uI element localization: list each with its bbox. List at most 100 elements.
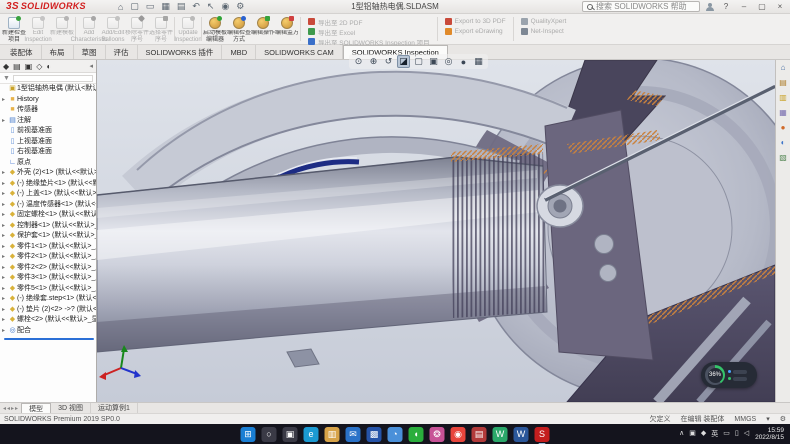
select-balloon[interactable]: 选择零件序号 — [149, 15, 173, 43]
tab-scroll-arrow[interactable]: ◂ — [7, 405, 10, 412]
tree-item[interactable]: 固定螺栓<1> (默认<<默认>_显示 — [2, 210, 96, 221]
configurationmanager-tab[interactable]: ▣ — [25, 62, 33, 71]
tree-item[interactable]: 控制器<1> (默认<<默认>_显示状 — [2, 221, 96, 232]
add-characteristic[interactable]: Add Characteristic — [77, 15, 101, 43]
dimxpertmanager-tab[interactable]: ◇ — [36, 62, 42, 71]
defender-shield-icon[interactable]: ◆ — [701, 429, 706, 439]
word-icon[interactable]: W — [514, 427, 529, 442]
monitor-icon[interactable]: ▯ — [735, 429, 739, 439]
start-button[interactable]: ⊞ — [241, 427, 256, 442]
tree-item[interactable]: 零件2<2> (默认<<默认>_显示状态 — [2, 263, 96, 274]
status-gear-icon[interactable]: ⚙ — [780, 415, 786, 423]
tree-item[interactable]: 螺栓<2> (默认<<默认>_显示状态 — [2, 315, 96, 326]
section-view-icon[interactable]: ◪ — [397, 55, 410, 68]
tree-item[interactable]: 右视基准面 — [2, 147, 96, 158]
tree-item[interactable]: 零件5<1> (默认<<默认>_显示状 — [2, 284, 96, 295]
quality[interactable]: QualityXpert — [521, 17, 567, 26]
edit-appearance-icon[interactable]: ● — [457, 55, 470, 68]
pdf3d[interactable]: Export to 3D PDF — [445, 17, 506, 26]
tree-item[interactable]: 上视基准面 — [2, 137, 96, 148]
new-project[interactable]: 新建检查项目 (amp;N) — [2, 15, 26, 43]
edit-operation[interactable]: 编辑操作 — [251, 15, 275, 43]
open-document-icon[interactable]: ▭ — [146, 1, 155, 12]
recorder-button-bottom[interactable] — [728, 377, 747, 381]
file-explorer-icon[interactable]: ▥ — [779, 93, 787, 102]
appearances-icon[interactable]: ● — [781, 123, 786, 132]
options-icon[interactable]: ⚙ — [236, 1, 244, 12]
keyboard-icon[interactable]: ▭ — [723, 429, 730, 439]
search-button[interactable]: ○ — [262, 427, 277, 442]
view-orientation-icon[interactable]: ▢ — [412, 55, 425, 68]
commandmanager-tab[interactable]: SOLIDWORKS 插件 — [138, 45, 223, 59]
recorder-progress-ring[interactable]: 36% — [705, 365, 725, 385]
login-user-icon[interactable] — [706, 3, 714, 11]
new-document-icon[interactable]: ▢ — [130, 1, 139, 12]
tree-item[interactable]: 保护套<1> (默认<<默认>_显示状 — [2, 231, 96, 242]
select-arrow-icon[interactable]: ↖ — [207, 1, 215, 12]
tree-item[interactable]: 零件3<1> (默认<<默认>_显示状 — [2, 273, 96, 284]
tree-item[interactable]: 配合 — [2, 326, 96, 337]
minimize-button[interactable]: – — [738, 2, 750, 11]
recorder-button-top[interactable] — [728, 370, 747, 374]
tree-item[interactable]: 原点 — [2, 158, 96, 169]
panel-collapse-arrow[interactable]: ◂ — [89, 62, 93, 70]
tree-item[interactable]: 零件1<1> (默认<<默认>_显示状态 — [2, 242, 96, 253]
tree-filter-input[interactable] — [13, 75, 93, 82]
featuremanager-tab[interactable]: ◆ — [3, 62, 9, 71]
displaymanager-tab[interactable]: ◐ — [46, 62, 51, 71]
pdf2d[interactable]: 导出至 2D PDF — [308, 17, 430, 26]
save-icon[interactable]: ▦ — [161, 1, 170, 12]
rollback-bar[interactable] — [4, 338, 94, 340]
mail-icon[interactable]: ✉ — [346, 427, 361, 442]
commandmanager-tab[interactable]: 布局 — [42, 45, 74, 59]
remove-balloon[interactable]: 移除零件序号 — [125, 15, 149, 43]
tree-root-item[interactable]: 1型铝轴热电偶 (默认<默认_显示状态-1 — [2, 84, 96, 95]
home-tab-icon[interactable]: ⌂ — [781, 63, 786, 72]
view-settings-icon[interactable]: ▦ — [472, 55, 485, 68]
edit-gauge[interactable]: 编辑监方 — [275, 15, 299, 43]
zoom-area-icon[interactable]: ⊕ — [367, 55, 380, 68]
display-style-icon[interactable]: ▣ — [427, 55, 440, 68]
tab-scroll-arrow[interactable]: ▸ — [15, 405, 18, 412]
browser-icon[interactable]: ◔ — [388, 427, 403, 442]
tab-scroll-arrow[interactable]: ◂ — [3, 405, 6, 412]
ime-language[interactable]: 英 — [711, 429, 718, 439]
volume-icon[interactable]: ◁ — [744, 429, 749, 439]
tree-item[interactable]: 注解 — [2, 116, 96, 127]
tree-item[interactable]: History — [2, 95, 96, 106]
graphics-viewport[interactable]: ⊙ ⊕ ↺ ◪ ▢ ▣ ◎ ● ▦ 36% — [97, 60, 775, 402]
excel[interactable]: 导出至 Excel — [308, 27, 430, 36]
view-palette-icon[interactable]: ▦ — [779, 108, 787, 117]
model-tab[interactable]: 模型 — [21, 403, 51, 413]
model-tab[interactable]: 3D 视图 — [51, 403, 91, 413]
balloons[interactable]: Add/Edit Balloons — [101, 15, 125, 43]
edit-method[interactable]: 编辑检查方式 — [227, 15, 251, 43]
commandmanager-tab[interactable]: 草图 — [74, 45, 106, 59]
tree-item[interactable]: 传感器 — [2, 105, 96, 116]
hide-show-items-icon[interactable]: ◎ — [442, 55, 455, 68]
chrome-icon[interactable]: ◉ — [451, 427, 466, 442]
custom-properties-icon[interactable]: ▧ — [779, 153, 787, 162]
units-caret-icon[interactable]: ▾ — [766, 415, 770, 423]
tab-scroll-arrow[interactable]: ▸ — [11, 405, 14, 412]
wps-icon[interactable]: W — [493, 427, 508, 442]
home-icon[interactable]: ⌂ — [118, 2, 123, 12]
launch-template-editor[interactable]: 启动模板编辑器 — [203, 15, 227, 43]
model-tab[interactable]: 运动算例1 — [91, 403, 138, 413]
tree-item[interactable]: (-) 上盖<1> (默认<<默认>_显示状 — [2, 189, 96, 200]
restore-button[interactable]: ▢ — [756, 2, 768, 11]
commandmanager-tab[interactable]: 装配体 — [2, 45, 42, 59]
commandmanager-tab[interactable]: MBD — [222, 45, 256, 59]
tree-item[interactable]: (-) 垫片 (2)<2> ->? (默认<<默认> — [2, 305, 96, 316]
tree-item[interactable]: (-) 绝缘套.step<1> (默认<<默认> — [2, 294, 96, 305]
edge-icon[interactable]: e — [304, 427, 319, 442]
tree-item[interactable]: 外壳 (2)<1> (默认<<默认>_显示状 — [2, 168, 96, 179]
commandmanager-tab[interactable]: SOLIDWORKS CAM — [256, 45, 343, 59]
rebuild-icon[interactable]: ◉ — [221, 1, 229, 12]
zoom-fit-icon[interactable]: ⊙ — [352, 55, 365, 68]
filter-funnel-icon[interactable]: ▼ — [3, 75, 10, 82]
tree-item[interactable]: 零件2<1> (默认<<默认>_显示状态 — [2, 252, 96, 263]
taskbar-clock[interactable]: 15:59 2022/8/15 — [755, 427, 784, 441]
edit-project[interactable]: Edit Inspection Project — [26, 15, 50, 43]
search-box[interactable]: 搜索 SOLIDWORKS 帮助 — [582, 1, 700, 12]
